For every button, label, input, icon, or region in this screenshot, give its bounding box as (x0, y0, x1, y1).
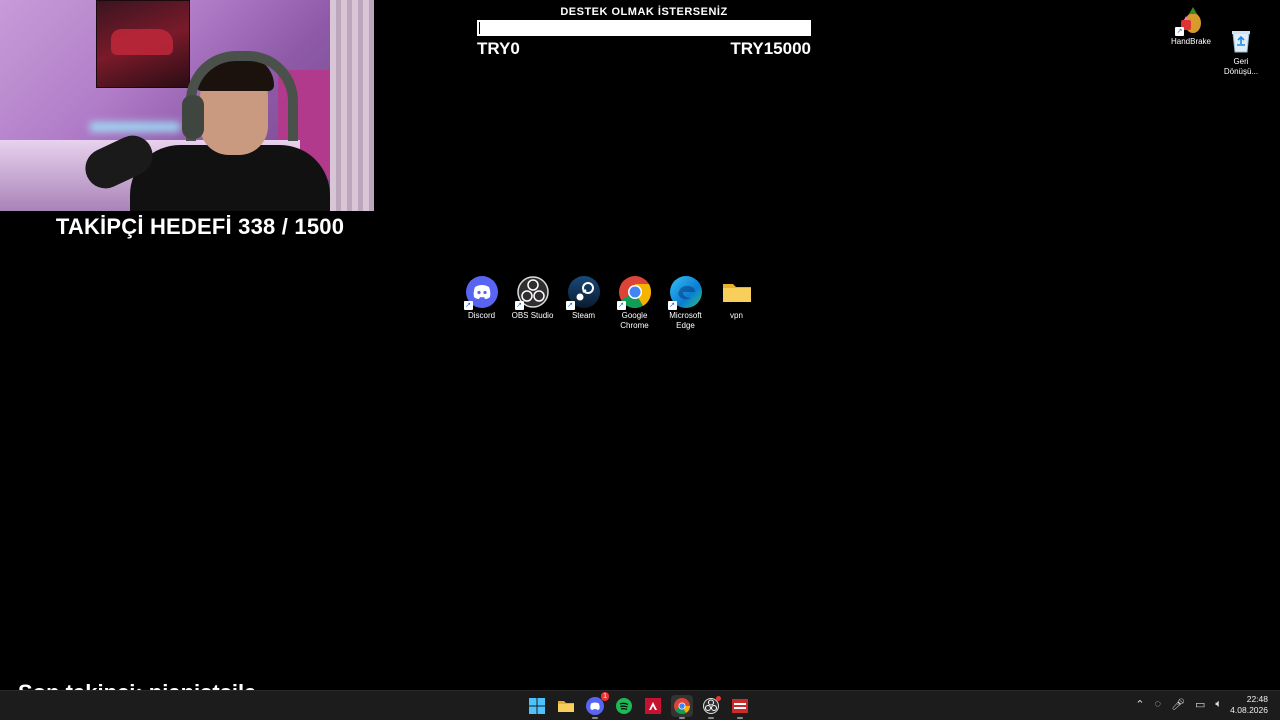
app-google-chrome[interactable]: ↗ Google Chrome (609, 276, 660, 331)
app-vpn-folder[interactable]: vpn (711, 276, 762, 331)
taskbar-chrome[interactable] (671, 695, 693, 719)
donation-progress-bar (477, 20, 811, 36)
clock-time: 22:48 (1246, 694, 1268, 704)
app-discord[interactable]: ↗ Discord (456, 276, 507, 331)
folder-icon (721, 276, 753, 308)
donation-max-label: TRY15000 (730, 39, 811, 58)
taskbar-obs[interactable] (700, 695, 722, 719)
taskbar: 1 ⌃ ◌ 🎤︎ ▭ 🔈︎ 22:48 4.08.2026 (0, 690, 1280, 720)
webcam-overlay (0, 0, 374, 211)
edge-icon: ↗ (667, 276, 702, 310)
taskbar-app[interactable] (729, 695, 751, 719)
folder-icon (558, 701, 574, 712)
donation-goal: DESTEK OLMAK İSTERSENİZ TRY0 TRY15000 (477, 6, 811, 59)
amd-icon (645, 698, 661, 714)
taskbar-amd[interactable] (642, 695, 664, 717)
app-label: Discord (467, 311, 496, 320)
discord-icon: ↗ (463, 276, 498, 310)
volume-icon[interactable]: 🔈︎ (1215, 698, 1222, 711)
notification-badge: 1 (601, 692, 609, 701)
chevron-up-icon[interactable]: ⌃ (1135, 698, 1144, 711)
chrome-icon: ↗ (616, 276, 651, 310)
donation-min-label: TRY0 (477, 39, 520, 58)
app-steam[interactable]: ↗ Steam (558, 276, 609, 331)
desktop-icon-label: Geri Dönüşü... (1223, 57, 1259, 76)
taskbar-start-button[interactable] (526, 695, 548, 717)
desktop-icon-handbrake[interactable]: ↗ HandBrake (1163, 6, 1219, 47)
display-icon[interactable]: ▭ (1195, 698, 1205, 711)
app-label: Microsoft Edge (669, 311, 702, 330)
app-label: OBS Studio (511, 311, 554, 320)
app-label: vpn (730, 311, 743, 320)
spotify-icon (616, 698, 632, 714)
obs-icon: ↗ (514, 276, 549, 310)
desktop-icon-recycle-bin[interactable]: Geri Dönüşü... (1213, 6, 1269, 87)
desktop-icon-label: HandBrake (1170, 37, 1212, 46)
follower-goal-text: TAKİPÇİ HEDEFİ 338 / 1500 (55, 214, 345, 239)
microphone-icon[interactable]: 🎤︎ (1171, 698, 1185, 711)
donation-title: DESTEK OLMAK İSTERSENİZ (560, 6, 728, 18)
desktop-app-icons: ↗ Discord ↗ OBS Studio ↗ Steam ↗ Google … (456, 276, 762, 331)
system-tray: ⌃ ◌ 🎤︎ ▭ 🔈︎ (1135, 698, 1222, 711)
streamer (130, 51, 330, 211)
app-microsoft-edge[interactable]: ↗ Microsoft Edge (660, 276, 711, 331)
chrome-icon (674, 698, 690, 714)
network-off-icon[interactable]: ◌ (1154, 698, 1161, 711)
taskbar-discord[interactable]: 1 (584, 692, 609, 719)
taskbar-spotify[interactable] (613, 695, 635, 717)
app-label: Steam (571, 311, 596, 320)
recording-dot (716, 696, 721, 701)
clock-date: 4.08.2026 (1230, 705, 1268, 715)
app-icon (732, 699, 748, 713)
taskbar-clock[interactable]: 22:48 4.08.2026 (1230, 694, 1268, 716)
recycle-bin-icon (1227, 16, 1255, 53)
taskbar-file-explorer[interactable] (555, 695, 577, 717)
curtain (330, 0, 374, 211)
app-obs-studio[interactable]: ↗ OBS Studio (507, 276, 558, 331)
windows-start-icon (529, 698, 545, 714)
steam-icon: ↗ (565, 276, 600, 310)
handbrake-icon: ↗ (1175, 6, 1205, 36)
app-label: Google Chrome (620, 311, 649, 330)
